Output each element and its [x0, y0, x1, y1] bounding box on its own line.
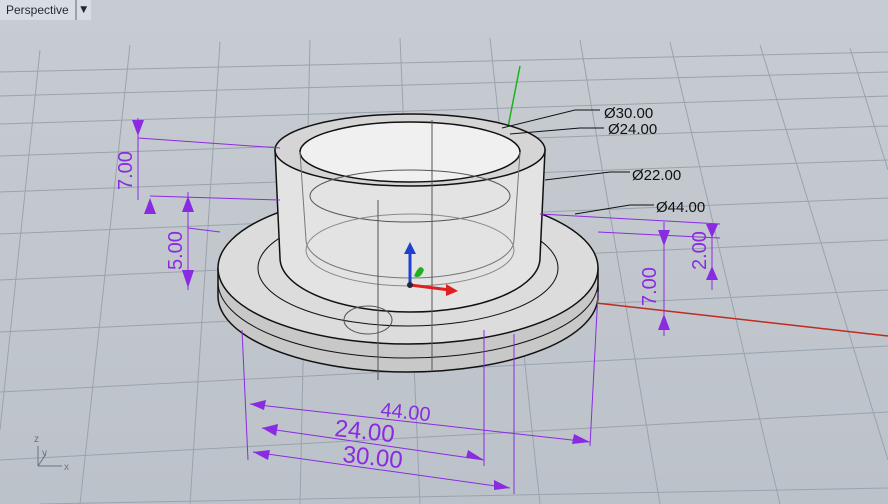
callout-dia-44: Ø44.00 — [656, 199, 705, 216]
axis-z-label: z — [34, 434, 39, 445]
dim-height-7-left: 7.00 — [115, 151, 137, 190]
callout-dia-22: Ø22.00 — [632, 167, 681, 184]
viewport-menu-button[interactable]: ▼ — [75, 0, 91, 20]
viewport-title: Perspective — [6, 3, 69, 17]
dim-width-30: 30.00 — [341, 441, 404, 474]
callout-dia-30: Ø30.00 — [604, 105, 653, 122]
axes-indicator: z y x — [34, 434, 69, 473]
viewport-tabbar: Perspective ▼ — [0, 0, 91, 20]
scene-canvas: Ø30.00 Ø24.00 Ø22.00 Ø44.00 7.00 5.00 2.… — [0, 37, 888, 504]
callout-dia-24: Ø24.00 — [608, 121, 657, 138]
axis-y-label: y — [42, 448, 47, 459]
viewport-perspective[interactable]: Ø30.00 Ø24.00 Ø22.00 Ø44.00 7.00 5.00 2.… — [0, 0, 888, 504]
axis-x-label: x — [64, 462, 69, 473]
dim-height-2-right: 2.00 — [689, 231, 711, 270]
dim-height-7-right: 7.00 — [639, 267, 661, 306]
chevron-down-icon: ▼ — [80, 5, 88, 15]
viewport-title-tab[interactable]: Perspective — [0, 0, 76, 20]
dim-height-5-left: 5.00 — [165, 231, 187, 270]
